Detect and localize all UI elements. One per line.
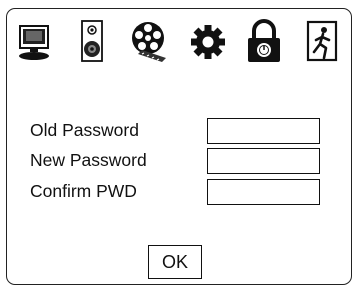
gear-icon[interactable]: [186, 18, 230, 66]
new-password-field[interactable]: [207, 148, 320, 174]
old-password-label: Old Password: [30, 120, 139, 140]
speaker-icon[interactable]: [70, 18, 114, 66]
ok-button[interactable]: OK: [148, 245, 202, 279]
new-password-label: New Password: [30, 150, 147, 170]
exit-door-icon[interactable]: [300, 18, 344, 66]
film-reel-icon[interactable]: [128, 18, 172, 66]
confirm-password-field[interactable]: [207, 179, 320, 205]
monitor-icon[interactable]: [14, 18, 58, 66]
confirm-password-label: Confirm PWD: [30, 181, 137, 201]
padlock-icon[interactable]: [242, 18, 286, 66]
old-password-field[interactable]: [207, 118, 320, 144]
settings-toolbar: [14, 18, 344, 68]
